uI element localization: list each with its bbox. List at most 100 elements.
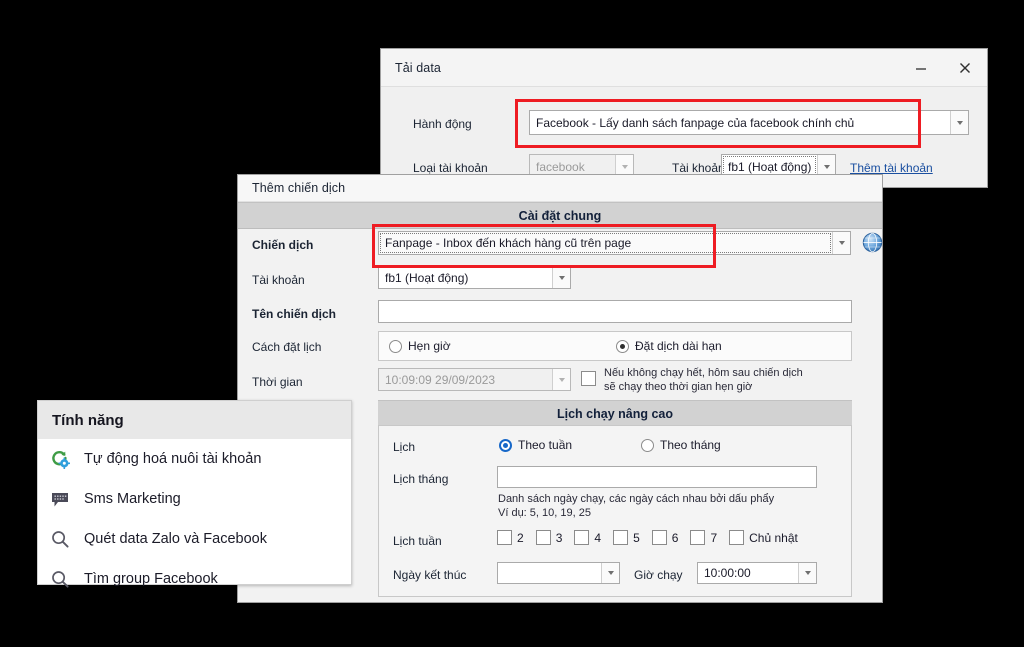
weekday-checkbox[interactable]	[574, 530, 590, 545]
weekday-checkbox[interactable]	[690, 530, 706, 545]
close-button[interactable]	[943, 49, 987, 87]
time-label: Thời gian	[252, 375, 303, 389]
general-settings-title: Cài đặt chung	[518, 208, 602, 223]
campaign-combobox[interactable]: Fanpage - Inbox đến khách hàng cũ trên p…	[378, 231, 851, 255]
chevron-down-icon[interactable]	[552, 267, 570, 288]
radio-indicator	[616, 339, 629, 353]
feature-item-label: Tìm group Facebook	[84, 571, 218, 587]
month-schedule-input[interactable]	[497, 466, 817, 488]
schedule-type-label: Lịch	[393, 440, 416, 454]
weekday-checkbox-list: 2 3 4 5 6 7 Chủ nhật	[497, 530, 810, 545]
run-time-label: Giờ chạy	[634, 568, 683, 582]
action-label: Hành động	[413, 117, 472, 131]
feature-item[interactable]: Tự động hoá nuôi tài khoản	[38, 439, 351, 479]
radio-indicator	[389, 339, 402, 353]
campaign-label: Chiến dịch	[252, 238, 314, 252]
weekday-item[interactable]: Chủ nhật	[729, 530, 810, 545]
feature-item[interactable]: Tìm group Facebook	[38, 559, 351, 599]
campaign-name-label: Tên chiến dịch	[252, 307, 337, 321]
weekday-item[interactable]: 4	[574, 530, 613, 545]
features-panel-header: Tính năng	[38, 401, 351, 439]
radio-indicator	[641, 438, 654, 452]
time-datepicker[interactable]: 10:09:09 29/09/2023	[378, 368, 571, 391]
action-combobox[interactable]: Facebook - Lấy danh sách fanpage của fac…	[529, 110, 969, 135]
month-schedule-label: Lịch tháng	[393, 472, 449, 486]
download-dialog-title: Tải data	[395, 60, 441, 75]
weekday-label: 6	[671, 530, 679, 545]
feature-item-label: Quét data Zalo và Facebook	[84, 531, 267, 547]
features-panel-title: Tính năng	[52, 411, 124, 429]
advanced-schedule-group: Lịch Theo tuần Theo tháng Lịch tháng Dan…	[378, 425, 852, 597]
globe-help-icon[interactable]	[862, 232, 883, 253]
schedule-mode-group: Hẹn giờ Đặt dịch dài hạn	[378, 331, 852, 361]
schedule-mode-label: Cách đặt lịch	[252, 340, 322, 354]
search-icon	[50, 529, 84, 549]
features-list: Tự động hoá nuôi tài khoản Sms Marketing Q…	[38, 439, 351, 599]
radio-indicator	[499, 438, 512, 452]
campaign-account-label: Tài khoản	[252, 273, 305, 287]
time-note-line2: sẽ chạy theo thời gian hẹn giờ	[604, 381, 753, 393]
week-schedule-label: Lịch tuần	[393, 534, 442, 548]
weekday-label: 3	[555, 530, 563, 545]
action-combobox-value: Facebook - Lấy danh sách fanpage của fac…	[536, 115, 855, 130]
advanced-schedule-band: Lịch chạy nâng cao	[378, 400, 852, 427]
campaign-account-combobox[interactable]: fb1 (Hoạt động)	[378, 266, 571, 289]
speech-bubble-icon	[50, 489, 84, 509]
account-type-label: Loại tài khoản	[413, 161, 488, 175]
month-schedule-hint-line2: Ví dụ: 5, 10, 19, 25	[498, 507, 591, 519]
radio-weekly[interactable]: Theo tuần	[499, 438, 572, 452]
account-label: Tài khoản	[672, 161, 725, 175]
month-schedule-hint: Danh sách ngày chạy, các ngày cách nhau …	[498, 492, 774, 520]
download-data-dialog: Tải data Hành động Facebook - Lấy danh s…	[380, 48, 988, 188]
campaign-dialog-title: Thêm chiến dịch	[252, 181, 346, 195]
campaign-account-combobox-value: fb1 (Hoạt động)	[385, 270, 469, 285]
radio-schedule-longterm[interactable]: Đặt dịch dài hạn	[616, 339, 722, 353]
run-time-value: 10:00:00	[704, 566, 751, 580]
weekday-label: 5	[633, 530, 640, 545]
end-date-label: Ngày kết thúc	[393, 568, 467, 582]
advanced-schedule-title: Lịch chạy nâng cao	[556, 406, 673, 421]
radio-schedule-timer-label: Hẹn giờ	[408, 339, 451, 353]
time-note: Nếu không chạy hết, hôm sau chiến dịch s…	[604, 366, 854, 394]
search-icon	[50, 569, 84, 589]
radio-monthly-label: Theo tháng	[660, 438, 721, 452]
radio-monthly[interactable]: Theo tháng	[641, 438, 721, 452]
chevron-down-icon[interactable]	[950, 111, 968, 134]
chevron-down-icon[interactable]	[832, 232, 850, 254]
end-date-datepicker[interactable]	[497, 562, 620, 584]
weekday-checkbox[interactable]	[729, 530, 745, 545]
weekday-checkbox[interactable]	[497, 530, 512, 545]
weekday-item[interactable]: 3	[535, 530, 575, 545]
download-dialog-titlebar: Tải data	[381, 49, 987, 87]
radio-weekly-label: Theo tuần	[518, 438, 573, 452]
run-time-picker[interactable]: 10:00:00	[697, 562, 817, 584]
weekday-label: 2	[517, 530, 524, 545]
time-datepicker-value: 10:09:09 29/09/2023	[385, 372, 496, 387]
minimize-button[interactable]	[899, 49, 943, 87]
feature-item[interactable]: Quét data Zalo và Facebook	[38, 519, 351, 559]
chevron-down-icon[interactable]	[552, 369, 570, 390]
chevron-down-icon[interactable]	[798, 563, 816, 583]
radio-schedule-timer[interactable]: Hẹn giờ	[389, 339, 451, 353]
campaign-combobox-value: Fanpage - Inbox đến khách hàng cũ trên p…	[380, 233, 831, 253]
general-settings-band: Cài đặt chung	[238, 202, 882, 229]
features-panel: Tính năng Tự động hoá nuôi tài khoản Sms …	[37, 400, 352, 588]
weekday-checkbox[interactable]	[651, 530, 667, 545]
add-account-link[interactable]: Thêm tài khoản	[850, 161, 933, 175]
weekday-checkbox[interactable]	[613, 530, 629, 545]
weekday-item[interactable]: 5	[613, 530, 652, 545]
time-note-line1: Nếu không chạy hết, hôm sau chiến dịch	[604, 367, 803, 379]
sync-gear-icon	[50, 449, 84, 469]
campaign-name-input[interactable]	[378, 300, 852, 323]
feature-item[interactable]: Sms Marketing	[38, 479, 351, 519]
feature-item-label: Tự động hoá nuôi tài khoản	[84, 451, 262, 467]
chevron-down-icon[interactable]	[601, 563, 619, 583]
weekday-checkbox[interactable]	[535, 530, 551, 545]
weekday-label: 4	[594, 530, 602, 545]
weekday-item[interactable]: 7	[690, 530, 729, 545]
time-rollover-checkbox[interactable]	[581, 371, 596, 386]
month-schedule-hint-line1: Danh sách ngày chạy, các ngày cách nhau …	[498, 493, 775, 505]
weekday-item[interactable]: 2	[497, 530, 536, 545]
account-type-combobox-value: facebook	[536, 159, 585, 174]
weekday-item[interactable]: 6	[651, 530, 691, 545]
